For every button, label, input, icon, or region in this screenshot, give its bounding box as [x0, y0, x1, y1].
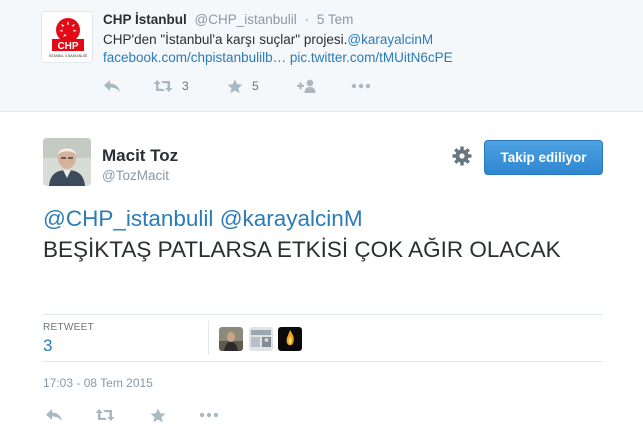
parent-timestamp[interactable]: 5 Tem: [317, 12, 354, 27]
retweet-button[interactable]: [95, 405, 115, 425]
chp-avatar[interactable]: CHP İSTANBUL İL BAŞKANLIĞI: [41, 11, 93, 63]
parent-retweet-count: 3: [182, 79, 189, 93]
retweet-icon: [153, 80, 173, 92]
follow-user-icon: [297, 79, 316, 93]
retweet-count-link[interactable]: 3: [43, 336, 52, 356]
reply-button[interactable]: [45, 405, 63, 425]
pic-twitter-link[interactable]: pic.twitter.com/tMUitN6cPE: [290, 50, 453, 65]
tweet-timestamp: 17:03 - 08 Tem 2015: [43, 376, 153, 390]
tweet-body-text: BEŞİKTAŞ PATLARSA ETKİSİ ÇOK AĞIR OLACAK: [43, 237, 561, 262]
user-settings-button[interactable]: [452, 146, 472, 166]
retweeter-avatar[interactable]: [219, 327, 243, 351]
tweet-stats: RETWEET 3: [43, 314, 603, 362]
favorite-button[interactable]: [150, 405, 166, 425]
facebook-link[interactable]: facebook.com/chpistanbulilb…: [103, 50, 286, 65]
retweeter-avatar[interactable]: [278, 327, 302, 351]
retweet-label: RETWEET: [43, 322, 94, 333]
chp-logo-subtext: İSTANBUL İL BAŞKANLIĞI: [49, 53, 88, 58]
tweet-text: @CHP_istanbulil @karayalcinM BEŞİKTAŞ PA…: [43, 203, 613, 265]
parent-display-name[interactable]: CHP İstanbul: [103, 12, 187, 27]
more-dots-icon: [199, 412, 219, 418]
parent-header: CHP İstanbul @CHP_istanbulil · 5 Tem: [103, 12, 353, 27]
parent-action-bar: 3 5: [103, 76, 403, 96]
parent-follow-user-button[interactable]: [297, 76, 317, 96]
tweet-action-bar: [43, 405, 343, 425]
mention-chp-istanbulil[interactable]: @CHP_istanbulil: [43, 206, 213, 231]
following-button[interactable]: Takip ediliyor: [484, 140, 603, 175]
parent-reply-button[interactable]: [103, 76, 121, 96]
reply-icon: [104, 80, 120, 92]
parent-retweet-button[interactable]: 3: [153, 76, 189, 96]
stats-divider: [208, 321, 209, 355]
more-dots-icon: [351, 83, 371, 89]
separator-dot: ·: [304, 12, 310, 27]
star-icon: [150, 408, 166, 422]
chp-logo-text: CHP: [57, 41, 78, 52]
gear-icon: [452, 146, 472, 166]
parent-favorite-button[interactable]: 5: [227, 76, 259, 96]
star-icon: [227, 79, 243, 93]
reply-icon: [46, 409, 62, 421]
parent-more-button[interactable]: [351, 76, 371, 96]
retweeter-avatar[interactable]: [249, 327, 273, 351]
parent-tweet-text: CHP'den "İstanbul'a karşı suçlar" projes…: [103, 31, 623, 67]
parent-username[interactable]: @CHP_istanbulil: [195, 12, 297, 27]
user-username[interactable]: @TozMacit: [102, 168, 169, 183]
parent-tweet[interactable]: CHP İSTANBUL İL BAŞKANLIĞI CHP İstanbul …: [0, 0, 643, 112]
parent-favorite-count: 5: [252, 79, 259, 93]
parent-mention-link[interactable]: @karayalcinM: [347, 32, 433, 47]
mention-karayalcinm[interactable]: @karayalcinM: [220, 206, 363, 231]
user-display-name[interactable]: Macit Toz: [102, 146, 178, 166]
more-button[interactable]: [199, 405, 219, 425]
retweet-icon: [95, 409, 115, 421]
user-avatar[interactable]: [43, 138, 91, 186]
parent-text-prefix: CHP'den "İstanbul'a karşı suçlar" projes…: [103, 32, 348, 47]
